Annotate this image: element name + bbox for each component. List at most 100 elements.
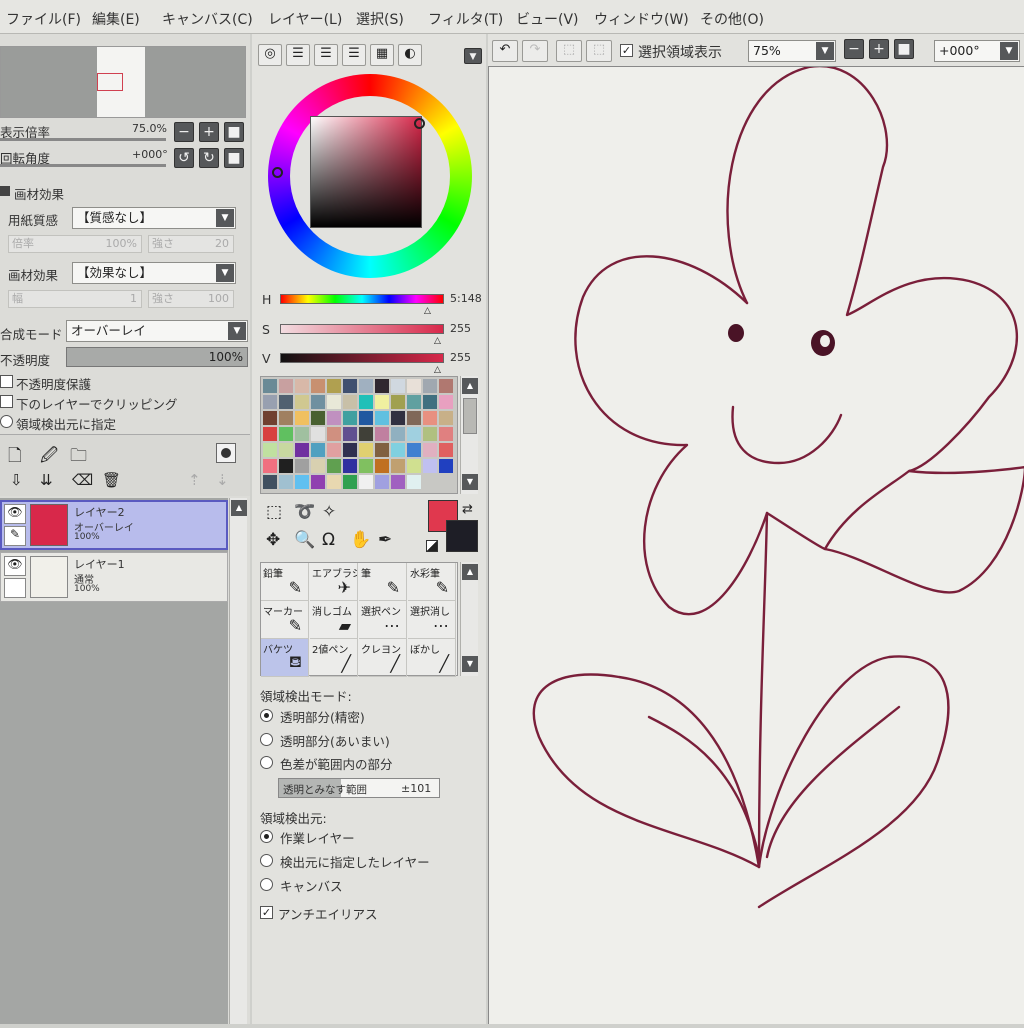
color-swatch[interactable] (423, 395, 437, 409)
collapse-icon[interactable] (0, 186, 10, 196)
drawing-canvas[interactable] (488, 64, 1024, 1024)
color-swatch[interactable] (263, 443, 277, 457)
hue-ring[interactable] (268, 74, 472, 278)
menu-window[interactable]: ウィンドウ(W) (594, 9, 689, 29)
color-swatch[interactable] (263, 427, 277, 441)
color-swatch[interactable] (279, 395, 293, 409)
width-field[interactable]: 幅1 (8, 290, 142, 308)
h-slider-handle[interactable]: △ (424, 306, 431, 316)
color-swatch[interactable] (327, 443, 341, 457)
layer-item[interactable]: 👁 レイヤー1 通常 100% (0, 552, 228, 602)
color-swatch[interactable] (327, 379, 341, 393)
merge-down-icon[interactable]: ⇩ (10, 471, 23, 489)
sv-cursor[interactable] (414, 118, 425, 129)
eye-icon[interactable]: 👁 (4, 556, 26, 576)
color-swatch[interactable] (423, 379, 437, 393)
blend-mode-dropdown[interactable]: オーバーレイ ▼ (66, 320, 248, 342)
color-swatch[interactable] (407, 379, 421, 393)
rotate-icon[interactable]: Ω (322, 530, 335, 550)
tool-bucket[interactable]: バケツ ⛾ (261, 639, 309, 677)
color-swatch[interactable] (359, 459, 373, 473)
source-radio-working-layer[interactable] (260, 830, 273, 843)
color-swatch[interactable] (375, 459, 389, 473)
new-layer-icon[interactable]: 🗋 (8, 443, 22, 472)
color-swatch[interactable] (439, 427, 453, 441)
color-swatch[interactable] (279, 411, 293, 425)
menu-layer[interactable]: レイヤー(L) (268, 9, 342, 29)
color-swatch[interactable] (295, 411, 309, 425)
swap-colors-icon[interactable]: ⇄ (462, 502, 473, 517)
s-slider-handle[interactable]: △ (434, 336, 441, 346)
rotation-slider[interactable] (0, 164, 166, 167)
color-wheel-tab[interactable]: ◎ (258, 44, 282, 66)
edit-toggle[interactable] (4, 578, 26, 598)
color-swatch[interactable] (343, 475, 357, 489)
scroll-down-icon[interactable]: ▼ (462, 474, 478, 490)
background-color[interactable] (446, 520, 478, 552)
magic-wand-icon[interactable]: ✧ (322, 502, 336, 522)
color-swatch[interactable] (359, 395, 373, 409)
color-swatch[interactable] (439, 411, 453, 425)
tool-select-pen[interactable]: 選択ペン ⋯ (359, 601, 407, 639)
swatch-tab[interactable]: ▦ (370, 44, 394, 66)
effect-dropdown[interactable]: 【効果なし】 ▼ (72, 262, 236, 284)
color-swatch[interactable] (439, 379, 453, 393)
color-swatch[interactable] (391, 443, 405, 457)
clipping-checkbox[interactable] (0, 395, 13, 408)
color-swatch[interactable] (343, 459, 357, 473)
color-swatch[interactable] (327, 475, 341, 489)
undo-icon[interactable]: ↶ (492, 40, 518, 62)
color-swatch[interactable] (375, 379, 389, 393)
tool-airbrush[interactable]: エアブラシ ✈ (310, 563, 358, 601)
navigator-viewport-box[interactable] (97, 73, 123, 91)
paper-dropdown[interactable]: 【質感なし】 ▼ (72, 207, 236, 229)
eye-icon[interactable]: 👁 (4, 504, 26, 524)
color-swatch[interactable] (311, 475, 325, 489)
color-swatch[interactable] (311, 459, 325, 473)
source-radio-specified-layer[interactable] (260, 854, 273, 867)
color-swatch[interactable] (311, 379, 325, 393)
color-swatch[interactable] (263, 395, 277, 409)
new-folder-icon[interactable]: 🗀 (70, 443, 87, 472)
rotation-dropdown[interactable]: +000° ▼ (934, 40, 1020, 62)
color-swatch[interactable] (279, 459, 293, 473)
color-swatch[interactable] (263, 411, 277, 425)
color-swatch[interactable] (311, 395, 325, 409)
scale-field[interactable]: 倍率 100% (8, 235, 142, 253)
zoom-out-button[interactable]: − (844, 39, 864, 59)
color-swatch[interactable] (391, 395, 405, 409)
strength-field[interactable]: 強さ 20 (148, 235, 234, 253)
range-slider[interactable]: 透明とみなす範囲 ±101 (278, 778, 440, 798)
color-swatch[interactable] (391, 427, 405, 441)
color-swatch[interactable] (407, 459, 421, 473)
scroll-down-icon[interactable]: ▼ (462, 656, 478, 672)
navigator-preview[interactable] (0, 46, 246, 118)
strength2-field[interactable]: 強さ 100 (148, 290, 234, 308)
color-swatch[interactable] (375, 427, 389, 441)
color-swatch[interactable] (327, 395, 341, 409)
color-swatch[interactable] (295, 443, 309, 457)
rgb-slider-tab[interactable]: ☰ (286, 44, 310, 66)
color-swatch[interactable] (343, 411, 357, 425)
tool-crayon[interactable]: クレヨン ╱ (359, 639, 407, 677)
color-swatch[interactable] (295, 459, 309, 473)
swatch-scrollbar[interactable]: ▲ ▼ (460, 376, 478, 494)
color-swatch[interactable] (407, 411, 421, 425)
scroll-thumb[interactable] (463, 398, 477, 434)
zoom-in-button[interactable]: + (199, 122, 219, 142)
color-swatch[interactable] (423, 411, 437, 425)
reset-colors-icon[interactable] (426, 540, 438, 552)
mode-radio-color-diff[interactable] (260, 756, 273, 769)
menu-select[interactable]: 選択(S) (356, 9, 404, 29)
color-swatch[interactable] (375, 395, 389, 409)
color-swatch[interactable] (439, 459, 453, 473)
tool-scrollbar[interactable]: ▲ ▼ (460, 562, 478, 676)
menu-edit[interactable]: 編集(E) (92, 9, 140, 29)
mode-radio-fuzzy[interactable] (260, 733, 273, 746)
color-swatch[interactable] (327, 459, 341, 473)
color-swatch[interactable] (359, 443, 373, 457)
tool-select-eraser[interactable]: 選択消し ⋯ (408, 601, 456, 639)
chevron-down-icon[interactable]: ▼ (464, 48, 482, 64)
rotate-right-button[interactable]: ↻ (199, 148, 219, 168)
color-swatch[interactable] (327, 427, 341, 441)
